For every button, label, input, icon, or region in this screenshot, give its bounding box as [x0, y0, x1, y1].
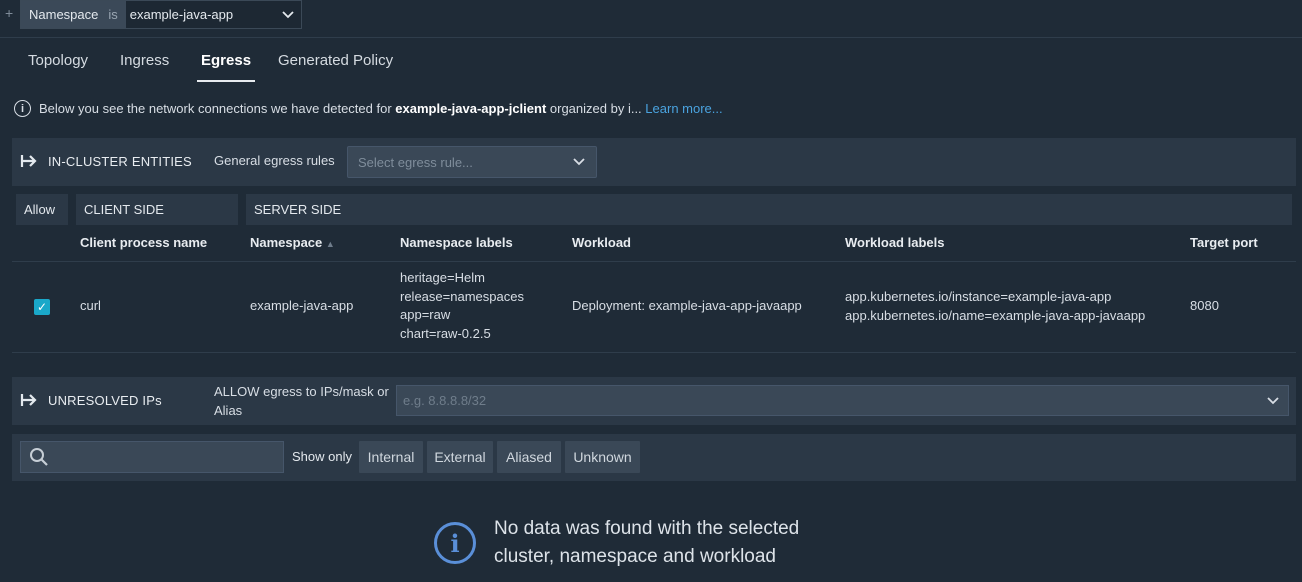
in-cluster-title: IN-CLUSTER ENTITIES [48, 154, 192, 169]
column-workload[interactable]: Workload [572, 235, 631, 250]
filter-unknown-button[interactable]: Unknown [565, 441, 640, 473]
column-target-port[interactable]: Target port [1190, 235, 1258, 250]
egress-rule-placeholder: Select egress rule... [358, 154, 473, 170]
tab-topology[interactable]: Topology [28, 52, 88, 82]
chevron-down-icon [1267, 396, 1279, 404]
filter-external-button[interactable]: External [427, 441, 493, 473]
namespace-select[interactable]: example-java-app [125, 1, 301, 28]
egress-arrow-icon [20, 394, 37, 406]
filter-key-label: Namespace [29, 7, 99, 22]
info-icon: i [14, 100, 31, 117]
cell-namespace: example-java-app [250, 298, 354, 313]
label-tag: app=raw [400, 307, 451, 322]
cell-process: curl [80, 298, 101, 313]
general-egress-rules-label: General egress rules [214, 153, 335, 168]
chevron-down-icon [282, 10, 294, 18]
in-cluster-section-header [12, 138, 1296, 186]
divider [12, 261, 1296, 262]
ip-mask-input[interactable]: e.g. 8.8.8.8/32 [396, 385, 1289, 416]
allow-egress-label: ALLOW egress to IPs/mask or Alias [214, 384, 389, 418]
label-tag: release=namespaces [400, 288, 524, 304]
info-icon: i [434, 522, 476, 564]
ip-mask-placeholder: e.g. 8.8.8.8/32 [403, 393, 487, 408]
namespace-select-value: example-java-app [129, 7, 234, 22]
filter-key: Namespace is [21, 1, 126, 28]
namespace-filter-chip[interactable]: Namespace is example-java-app [20, 0, 302, 29]
search-icon [30, 448, 48, 466]
learn-more-link[interactable]: Learn more... [645, 101, 722, 116]
info-text: Below you see the network connections we… [39, 101, 723, 116]
group-header-allow: Allow [16, 194, 68, 225]
column-namespace-labels[interactable]: Namespace labels [400, 235, 513, 250]
cell-namespace-labels: heritage=Helm release=namespaces app=raw… [400, 269, 524, 343]
add-filter-button[interactable]: + [5, 5, 13, 21]
column-namespace[interactable]: Namespace ▲ [250, 235, 335, 250]
empty-state-message: No data was found with the selected clus… [494, 518, 800, 567]
show-only-label: Show only [292, 449, 352, 464]
column-workload-labels[interactable]: Workload labels [845, 235, 944, 250]
group-header-server-side: SERVER SIDE [246, 194, 1292, 225]
empty-state: i No data was found with the selected cl… [434, 515, 799, 571]
filter-internal-button[interactable]: Internal [359, 441, 423, 473]
tab-egress[interactable]: Egress [197, 52, 256, 82]
divider [12, 352, 1296, 353]
tab-ingress[interactable]: Ingress [120, 52, 169, 82]
filter-operator: is [108, 7, 118, 22]
info-banner: i Below you see the network connections … [14, 100, 723, 117]
info-entity: example-java-app-jclient [395, 101, 547, 116]
filter-aliased-button[interactable]: Aliased [497, 441, 561, 473]
egress-arrow-icon [20, 155, 37, 167]
sort-asc-icon: ▲ [325, 239, 335, 249]
label-tag: app.kubernetes.io/name=example-java-app-… [845, 307, 1146, 323]
cell-target-port: 8080 [1190, 298, 1219, 313]
search-input[interactable] [20, 441, 284, 473]
egress-rule-select[interactable]: Select egress rule... [347, 146, 597, 178]
column-client-process-name[interactable]: Client process name [80, 235, 207, 250]
label-tag: app.kubernetes.io/instance=example-java-… [845, 289, 1112, 304]
label-tag: chart=raw-0.2.5 [400, 325, 491, 341]
cell-workload-labels: app.kubernetes.io/instance=example-java-… [845, 288, 1145, 325]
chevron-down-icon [573, 158, 585, 166]
group-header-client-side: CLIENT SIDE [76, 194, 238, 225]
allow-checkbox[interactable]: ✓ [34, 299, 50, 315]
unresolved-ips-title: UNRESOLVED IPs [48, 393, 162, 408]
cell-workload: Deployment: example-java-app-javaapp [572, 298, 802, 313]
label-tag: heritage=Helm [400, 270, 485, 285]
tab-generated-policy[interactable]: Generated Policy [278, 52, 393, 82]
